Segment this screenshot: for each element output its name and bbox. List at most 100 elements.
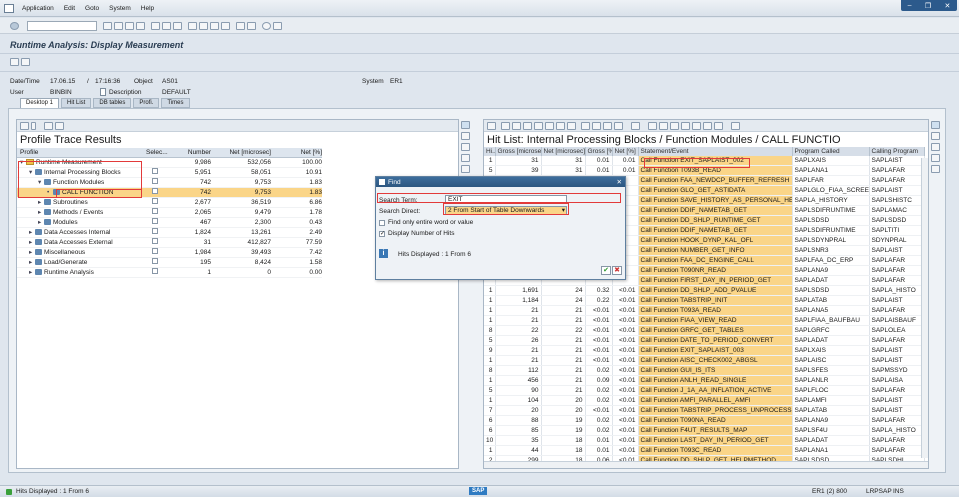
hitlist-row[interactable]: 9 21 21 <0.01 <0.01 Call Function EXIT_SAPLAI… — [484, 345, 925, 357]
select-cell[interactable] — [146, 217, 175, 228]
statement-cell[interactable]: Call Function HOOK_DYNP_KAL_OFL — [638, 235, 793, 247]
col-hits[interactable]: Hi... — [484, 147, 496, 157]
find-next-icon[interactable] — [534, 121, 543, 130]
tool-icon[interactable] — [692, 121, 701, 130]
sort-desc-icon[interactable] — [512, 121, 521, 130]
hitlist-row[interactable]: 1 44 18 0.01 <0.01 Call Function T093C_READ SA… — [484, 445, 925, 457]
col-net-microsec[interactable]: Net [microsec] — [211, 148, 271, 158]
statement-cell[interactable]: Call Function T093C_READ — [638, 445, 793, 457]
layout-icon[interactable] — [273, 21, 282, 30]
statement-cell[interactable]: Call Function AMFI_PARALLEL_AMFI — [638, 395, 793, 407]
new-session-icon[interactable] — [236, 21, 245, 30]
menu-goto[interactable]: Goto — [85, 5, 99, 12]
help-icon[interactable] — [262, 21, 271, 30]
select-checkbox[interactable] — [152, 248, 158, 254]
tree-node[interactable]: ▸ Load/Generate — [17, 257, 146, 268]
back-icon[interactable] — [114, 21, 123, 30]
statement-cell[interactable]: Call Function GUI_IS_ITS — [638, 365, 793, 377]
last-page-icon[interactable] — [221, 21, 230, 30]
total-icon[interactable] — [556, 121, 565, 130]
print-icon[interactable] — [151, 21, 160, 30]
profile-tree-row[interactable]: ▸ Modules 467 2,300 0.43 — [17, 217, 322, 228]
display-icon[interactable] — [21, 58, 30, 66]
statement-cell[interactable]: Call Function LAST_DAY_IN_PERIOD_GET — [638, 435, 793, 447]
tab-db-tables[interactable]: DB tables — [93, 98, 132, 108]
hitlist-row[interactable]: 1 21 21 <0.01 <0.01 Call Function FIAA_VIEW_R… — [484, 315, 925, 327]
col-gross-microsec[interactable]: Gross [microsec] — [495, 147, 542, 157]
menu-application[interactable]: Application — [22, 5, 54, 12]
tree-node[interactable]: ▸ Methods / Events — [17, 207, 146, 218]
hitlist-row[interactable]: 5 26 21 <0.01 <0.01 Call Function DATE_TO_PER… — [484, 335, 925, 347]
statement-cell[interactable]: Call Function DD_SHLP_RUNTIME_GET — [638, 215, 793, 227]
profile-tree-row[interactable]: ▸ Data Accesses Internal 1,824 13,261 2.4… — [17, 227, 322, 238]
select-checkbox[interactable] — [152, 188, 158, 194]
profile-tree-row[interactable]: ▸ Miscellaneous 1,984 39,493 7.42 — [17, 247, 322, 258]
select-cell[interactable] — [146, 157, 175, 168]
statement-cell[interactable]: Call Function GLO_GET_ASTIDATA — [638, 185, 793, 197]
select-cell[interactable] — [146, 197, 175, 208]
profile-tree-row[interactable]: ▸ Runtime Analysis 1 0 0.00 — [17, 267, 322, 278]
hitlist-row[interactable]: 1 456 21 0.09 <0.01 Call Function ANLH_READ_S… — [484, 375, 925, 387]
col-gross-pct[interactable]: Gross [%] — [585, 147, 613, 157]
pane-tool-icon[interactable] — [461, 165, 470, 173]
col-net-pct[interactable]: Net [%] — [612, 147, 639, 157]
sort-asc-icon[interactable] — [501, 121, 510, 130]
tool-icon[interactable] — [648, 121, 657, 130]
tool-icon[interactable] — [670, 121, 679, 130]
system-menu-icon[interactable] — [4, 3, 14, 13]
select-checkbox[interactable] — [152, 268, 158, 274]
statement-cell[interactable]: Call Function T090NA_READ — [638, 415, 793, 427]
confirm-button[interactable]: ✔ — [601, 266, 611, 275]
menu-edit[interactable]: Edit — [64, 5, 75, 12]
display-hits-option[interactable]: ✓ Display Number of Hits — [379, 230, 454, 237]
pane-tool-icon[interactable] — [931, 154, 940, 162]
statement-cell[interactable]: Call Function AISC_CHECK002_ABGSL — [638, 355, 793, 367]
statement-cell[interactable]: Call Function T093A_READ — [638, 305, 793, 317]
view-icon[interactable] — [592, 121, 601, 130]
select-checkbox[interactable] — [152, 238, 158, 244]
select-cell[interactable] — [146, 167, 175, 178]
close-pane-icon[interactable] — [461, 121, 470, 129]
statement-cell[interactable]: Call Function FIAA_VIEW_READ — [638, 315, 793, 327]
find-icon[interactable] — [523, 121, 532, 130]
pane-tool-icon[interactable] — [461, 132, 470, 140]
select-checkbox[interactable] — [152, 168, 158, 174]
shortcut-icon[interactable] — [247, 21, 256, 30]
search-icon[interactable] — [44, 121, 53, 130]
tool-icon[interactable] — [703, 121, 712, 130]
hitlist-row[interactable]: 8 22 22 <0.01 <0.01 Call Function GRFC_GET_TA… — [484, 325, 925, 337]
col-profile[interactable]: Profile — [17, 148, 146, 158]
hitlist-row[interactable]: 5 90 21 0.02 <0.01 Call Function J_1A_AA_INFL… — [484, 385, 925, 397]
prev-page-icon[interactable] — [199, 21, 208, 30]
statement-cell[interactable]: Call Function F4UT_RESULTS_MAP — [638, 425, 793, 437]
select-checkbox[interactable] — [152, 208, 158, 214]
expand-icon[interactable] — [20, 121, 29, 130]
statement-cell[interactable]: Call Function EXIT_SAPLAIST_003 — [638, 345, 793, 357]
close-dialog-icon[interactable]: ✕ — [617, 178, 622, 186]
hitlist-row[interactable]: 1 21 21 <0.01 <0.01 Call Function T093A_READ S… — [484, 305, 925, 317]
select-cell[interactable] — [146, 227, 175, 238]
select-checkbox[interactable] — [152, 228, 158, 234]
hitlist-row[interactable]: 1 1,184 24 0.22 <0.01 Call Function TABSTRIP_… — [484, 295, 925, 307]
tool-icon[interactable] — [681, 121, 690, 130]
hitlist-row[interactable]: 1 104 20 0.02 <0.01 Call Function AMFI_PARALL… — [484, 395, 925, 407]
next-page-icon[interactable] — [210, 21, 219, 30]
close-window-icon[interactable]: ✕ — [944, 2, 950, 10]
refresh-icon[interactable] — [731, 121, 740, 130]
menu-system[interactable]: System — [109, 5, 131, 12]
statement-cell[interactable]: Call Function FAA_DC_ENGINE_CALL — [638, 255, 793, 267]
tab-times[interactable]: Times — [161, 98, 190, 108]
pane-tool-icon[interactable] — [931, 165, 940, 173]
col-select[interactable]: Selec... — [146, 148, 175, 158]
hitlist-row[interactable]: 6 85 19 0.02 <0.01 Call Function F4UT_RESULTS… — [484, 425, 925, 437]
profile-tree-row[interactable]: ▸ Data Accesses External 31 412,827 77.59 — [17, 237, 322, 248]
pane-tool-icon[interactable] — [931, 143, 940, 151]
select-cell[interactable] — [146, 247, 175, 258]
statement-cell[interactable]: Call Function FAA_NEWDCP_BUFFER_REFRESH — [638, 175, 793, 187]
hitlist-row[interactable]: 1 1,691 24 0.32 <0.01 Call Function DD_SHLP_A… — [484, 285, 925, 297]
select-cell[interactable] — [146, 177, 175, 188]
tool-icon[interactable] — [714, 121, 723, 130]
filter-icon[interactable] — [545, 121, 554, 130]
tree-node[interactable]: ▸ Modules — [17, 217, 146, 228]
pane-tool-icon[interactable] — [461, 143, 470, 151]
